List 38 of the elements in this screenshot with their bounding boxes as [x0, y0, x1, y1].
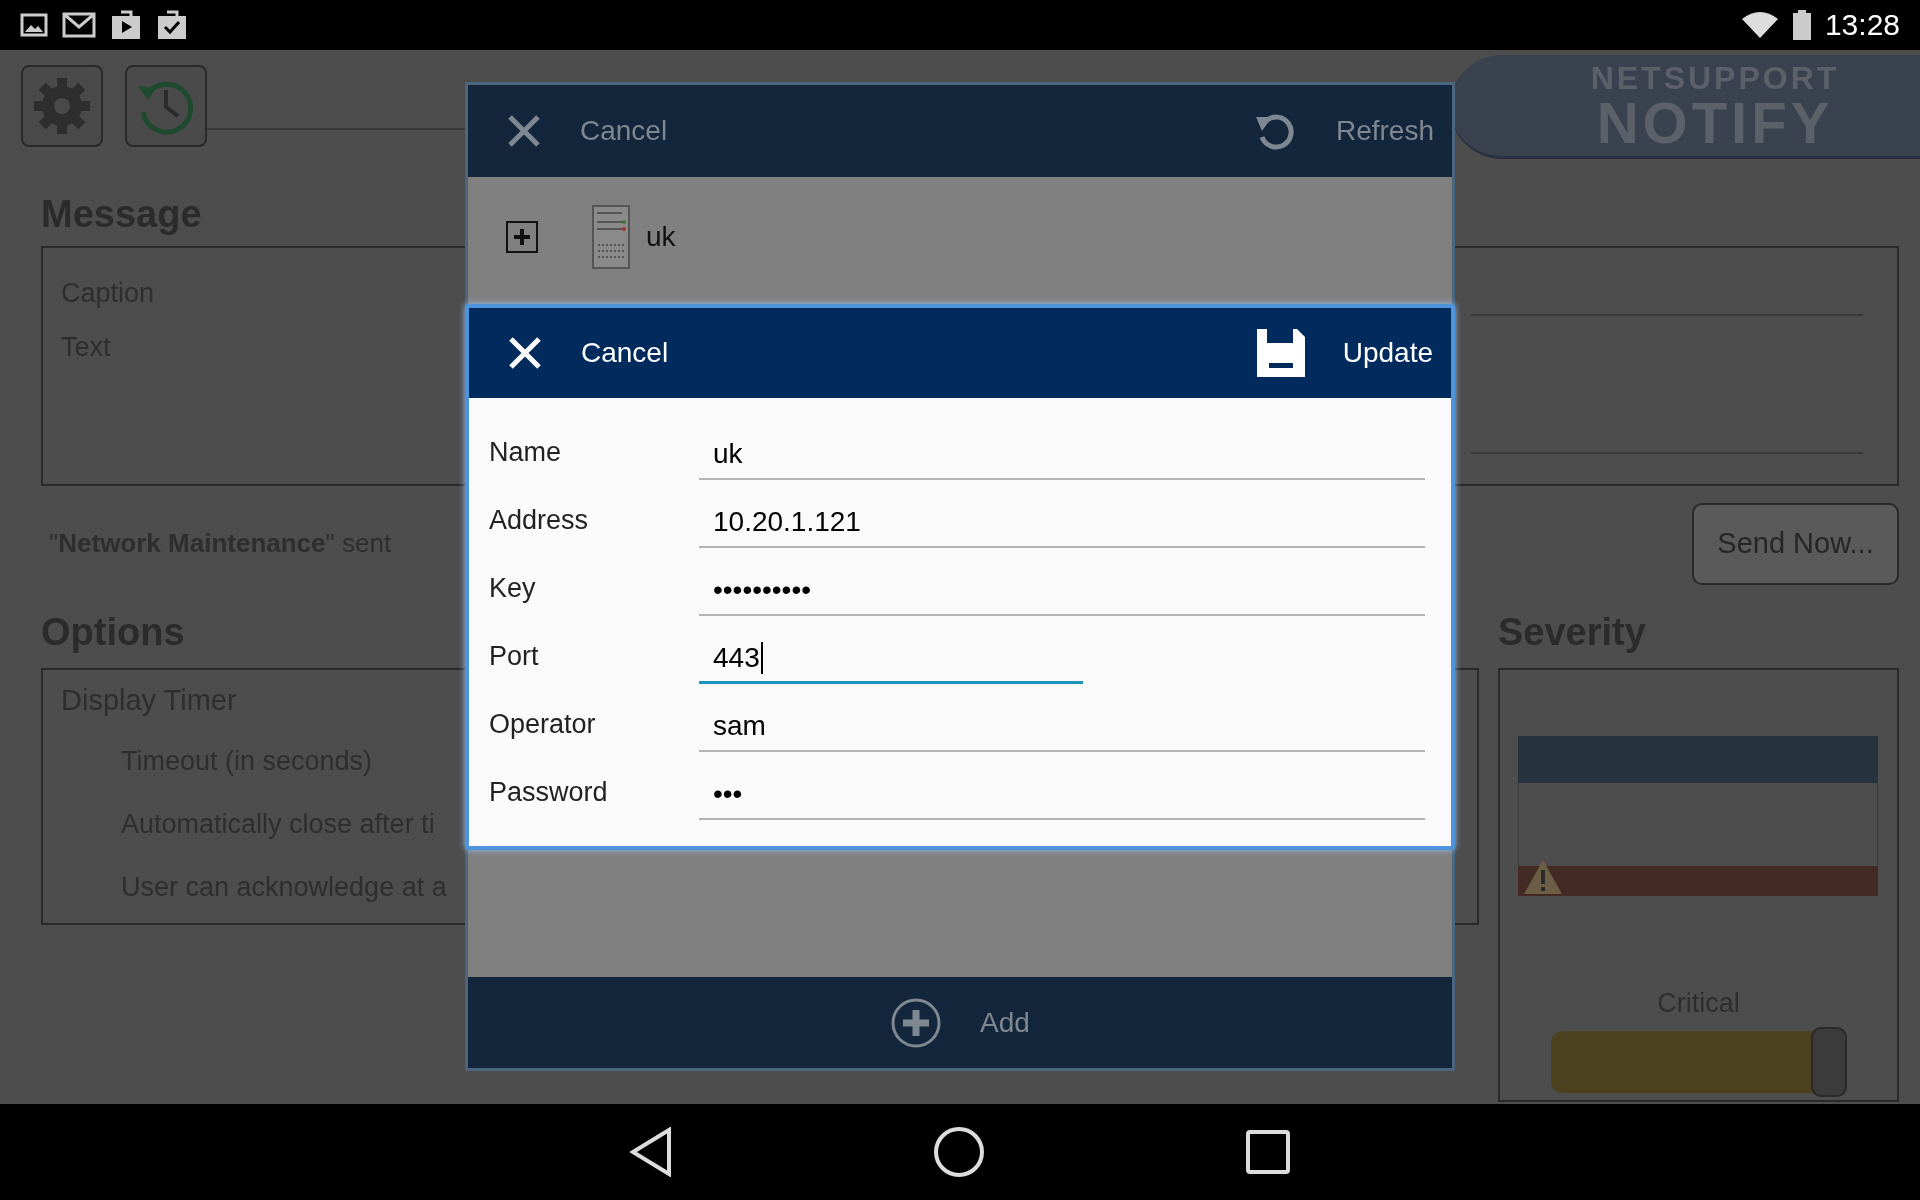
field-label: Name — [489, 436, 563, 468]
save-icon — [1256, 329, 1305, 377]
input-field[interactable]: •••••••••• — [699, 566, 1425, 616]
close-icon — [506, 113, 542, 149]
back-icon[interactable] — [629, 1127, 673, 1177]
close-icon — [507, 335, 543, 371]
field-label: Port — [489, 640, 540, 672]
plus-circle-icon — [890, 996, 943, 1049]
cancel-button[interactable]: Cancel — [506, 113, 668, 149]
field-label: Key — [489, 572, 537, 604]
add-button[interactable]: Add — [890, 996, 1030, 1049]
cancel-button[interactable]: Cancel — [507, 335, 669, 371]
clock-time: 13:28 — [1824, 8, 1900, 42]
history-button[interactable] — [125, 65, 207, 147]
slider-thumb[interactable] — [1811, 1027, 1847, 1097]
field-label: Operator — [489, 708, 597, 740]
picture-icon — [20, 13, 48, 37]
input-field[interactable]: 443 — [699, 634, 1083, 684]
input-field[interactable]: uk — [699, 430, 1425, 480]
home-icon[interactable] — [933, 1126, 985, 1178]
input-field[interactable]: 10.20.1.121 — [699, 498, 1425, 548]
update-button[interactable]: Update — [1256, 329, 1433, 377]
field-label: Address — [489, 504, 590, 536]
wifi-icon — [1740, 11, 1779, 39]
input-field[interactable]: sam — [699, 702, 1425, 752]
tree-item[interactable]: uk — [592, 205, 676, 269]
input-field[interactable]: ••• — [699, 770, 1425, 820]
recents-icon[interactable] — [1245, 1129, 1291, 1175]
gear-icon — [32, 76, 92, 136]
field-label: Password — [489, 776, 609, 808]
mail-icon — [62, 12, 96, 38]
checklist-icon — [156, 10, 188, 40]
store-icon — [110, 10, 142, 40]
refresh-button[interactable]: Refresh — [1253, 109, 1434, 153]
battery-icon — [1792, 10, 1811, 40]
settings-button[interactable] — [21, 65, 103, 147]
expand-icon[interactable] — [506, 221, 538, 253]
server-icon — [592, 205, 630, 269]
